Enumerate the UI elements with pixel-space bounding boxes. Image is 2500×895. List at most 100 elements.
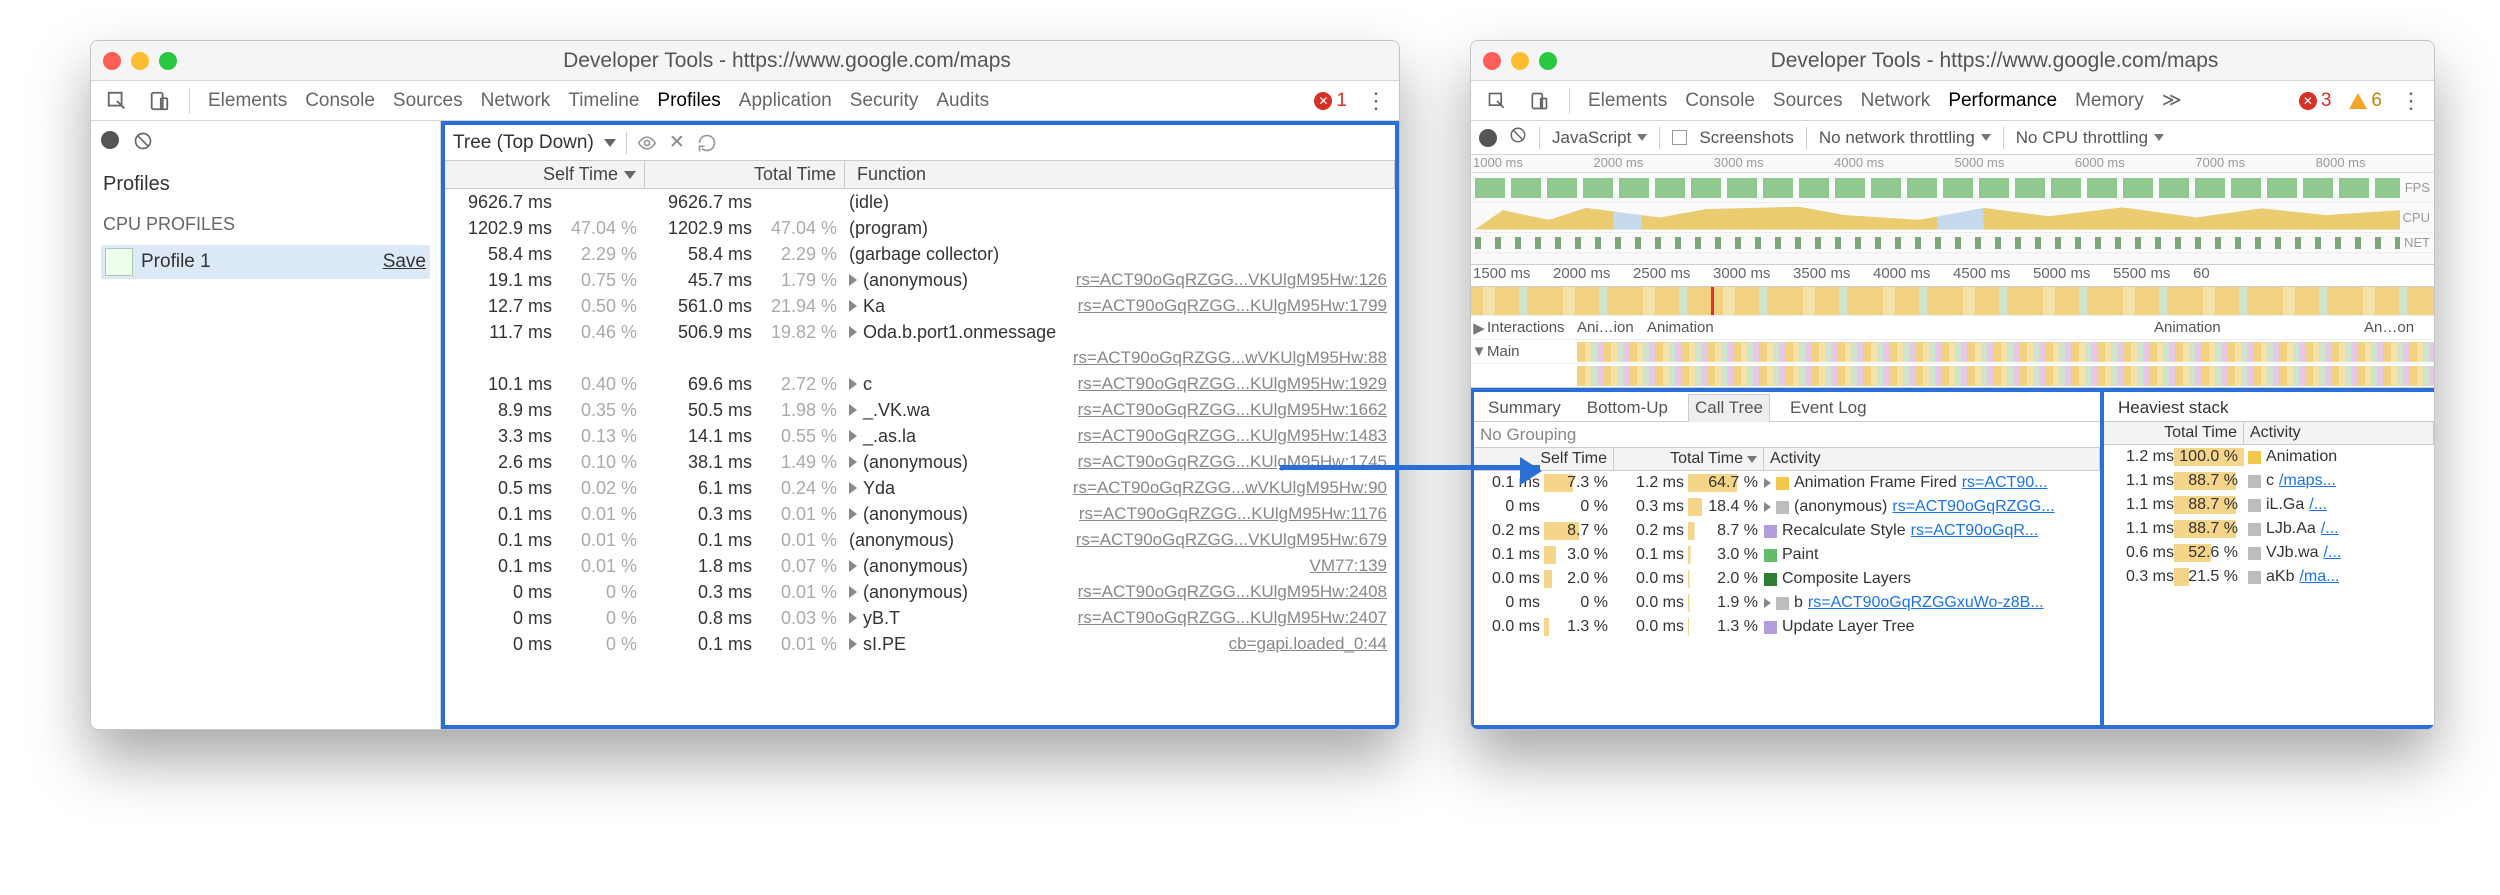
- titlebar[interactable]: Developer Tools - https://www.google.com…: [91, 41, 1399, 81]
- table-row[interactable]: 11.7 ms0.46 %506.9 ms19.82 %Oda.b.port1.…: [445, 319, 1395, 345]
- table-row[interactable]: 1202.9 ms47.04 %1202.9 ms47.04 %(program…: [445, 215, 1395, 241]
- tab-profiles[interactable]: Profiles: [657, 90, 720, 112]
- expand-icon[interactable]: [849, 482, 857, 494]
- tab-audits[interactable]: Audits: [936, 90, 989, 112]
- expand-icon[interactable]: [849, 560, 857, 572]
- expand-icon[interactable]: [1764, 598, 1771, 608]
- tab-timeline[interactable]: Timeline: [568, 90, 639, 112]
- col-self-time[interactable]: Self Time: [445, 161, 645, 188]
- table-row[interactable]: 0 ms0 %0.0 ms1.9 %brs=ACT90oGqRZGGxuWo-z…: [1474, 591, 2100, 615]
- table-row[interactable]: 0.6 ms52.6 %VJb.wa/...: [2104, 541, 2434, 565]
- tab-memory[interactable]: Memory: [2075, 90, 2144, 112]
- minimize-icon[interactable]: [131, 52, 149, 70]
- source-link[interactable]: /...: [2321, 520, 2339, 538]
- col-activity[interactable]: Activity: [1764, 448, 2100, 470]
- source-link[interactable]: rs=ACT90oGqRZGG...VKUlgM95Hw:126: [1076, 270, 1387, 290]
- zoom-icon[interactable]: [1539, 52, 1557, 70]
- source-link[interactable]: rs=ACT90oGqRZGG...KUlgM95Hw:1745: [1078, 452, 1387, 472]
- more-tabs-icon[interactable]: ≫: [2162, 89, 2182, 112]
- refresh-icon[interactable]: [697, 133, 717, 153]
- expand-icon[interactable]: [849, 300, 857, 312]
- tab-application[interactable]: Application: [739, 90, 832, 112]
- expand-icon[interactable]: [849, 638, 857, 650]
- source-link[interactable]: rs=ACT90oGqRZGG...KUlgM95Hw:1799: [1078, 296, 1387, 316]
- track-interactions[interactable]: ▶Interactions Ani…ion Animation Animatio…: [1471, 315, 2434, 339]
- table-row[interactable]: 0.2 ms8.7 %0.2 ms8.7 %Recalculate Styler…: [1474, 519, 2100, 543]
- zoom-icon[interactable]: [159, 52, 177, 70]
- table-row[interactable]: 0.1 ms3.0 %0.1 ms3.0 %Paint: [1474, 543, 2100, 567]
- traffic-lights[interactable]: [103, 52, 177, 70]
- record-icon[interactable]: [101, 131, 119, 149]
- source-link[interactable]: rs=ACT90oGqRZGG...wVKUlgM95Hw:90: [1073, 478, 1387, 498]
- expand-icon[interactable]: [849, 586, 857, 598]
- expand-icon[interactable]: [849, 430, 857, 442]
- close-icon[interactable]: [103, 52, 121, 70]
- table-row[interactable]: 9626.7 ms9626.7 ms(idle): [445, 189, 1395, 215]
- eye-icon[interactable]: [637, 133, 657, 153]
- tab-bottom-up[interactable]: Bottom-Up: [1581, 395, 1674, 421]
- col-self-time[interactable]: Self Time: [1474, 448, 1614, 470]
- source-link[interactable]: rs=ACT90oGqR...: [1911, 522, 2039, 540]
- col-function[interactable]: Function: [845, 161, 1395, 188]
- source-link[interactable]: rs=ACT90oGqRZGG...VKUlgM95Hw:679: [1076, 530, 1387, 550]
- warn-badge[interactable]: 6: [2349, 90, 2382, 112]
- save-link[interactable]: Save: [383, 251, 426, 273]
- table-row[interactable]: 3.3 ms0.13 %14.1 ms0.55 %_.as.lars=ACT90…: [445, 423, 1395, 449]
- expand-icon[interactable]: [849, 612, 857, 624]
- network-throttle[interactable]: No network throttling: [1819, 128, 1991, 148]
- tab-security[interactable]: Security: [850, 90, 919, 112]
- source-link[interactable]: /...: [2309, 496, 2327, 514]
- more-icon[interactable]: ⋮: [1365, 88, 1385, 114]
- source-link[interactable]: rs=ACT90oGqRZGG...KUlgM95Hw:1662: [1078, 400, 1387, 420]
- table-row[interactable]: 0.3 ms21.5 %aKb/ma...: [2104, 565, 2434, 589]
- table-row[interactable]: 0.1 ms0.01 %0.1 ms0.01 %(anonymous)rs=AC…: [445, 527, 1395, 553]
- expand-icon[interactable]: [849, 326, 857, 338]
- table-row[interactable]: 1.1 ms88.7 %c/maps...: [2104, 469, 2434, 493]
- table-row[interactable]: 19.1 ms0.75 %45.7 ms1.79 %(anonymous)rs=…: [445, 267, 1395, 293]
- error-badge[interactable]: ✕1: [1314, 90, 1347, 112]
- tab-console[interactable]: Console: [1685, 90, 1755, 112]
- tab-network[interactable]: Network: [1861, 90, 1931, 112]
- table-row[interactable]: rs=ACT90oGqRZGG...wVKUlgM95Hw:88: [445, 345, 1395, 371]
- expand-icon[interactable]: [849, 404, 857, 416]
- cpu-throttle[interactable]: No CPU throttling: [2016, 128, 2164, 148]
- record-icon[interactable]: [1479, 129, 1497, 147]
- source-link[interactable]: /...: [2323, 544, 2341, 562]
- flame-overview[interactable]: [1471, 287, 2434, 315]
- table-row[interactable]: 58.4 ms2.29 %58.4 ms2.29 %(garbage colle…: [445, 241, 1395, 267]
- table-row[interactable]: 0.1 ms7.3 %1.2 ms64.7 %Animation Frame F…: [1474, 471, 2100, 495]
- tab-event-log[interactable]: Event Log: [1784, 395, 1873, 421]
- profile-item[interactable]: Profile 1 Save: [101, 245, 430, 279]
- more-icon[interactable]: ⋮: [2400, 88, 2420, 114]
- error-badge[interactable]: ✕3: [2299, 90, 2332, 112]
- source-link[interactable]: VM77:139: [1310, 556, 1388, 576]
- expand-icon[interactable]: [849, 378, 857, 390]
- table-row[interactable]: 10.1 ms0.40 %69.6 ms2.72 %crs=ACT90oGqRZ…: [445, 371, 1395, 397]
- col-total-time[interactable]: Total Time: [1614, 448, 1764, 470]
- screenshots-checkbox[interactable]: [1672, 130, 1687, 145]
- col-total-time[interactable]: Total Time: [645, 161, 845, 188]
- hs-body[interactable]: 1.2 ms100.0 %Animation1.1 ms88.7 %c/maps…: [2104, 445, 2434, 725]
- tab-performance[interactable]: Performance: [1948, 90, 2057, 112]
- traffic-lights[interactable]: [1483, 52, 1557, 70]
- tab-network[interactable]: Network: [481, 90, 551, 112]
- table-row[interactable]: 0 ms0 %0.8 ms0.03 %yB.Trs=ACT90oGqRZGG..…: [445, 605, 1395, 631]
- chevron-down-icon[interactable]: [604, 139, 616, 147]
- table-row[interactable]: 2.6 ms0.10 %38.1 ms1.49 %(anonymous)rs=A…: [445, 449, 1395, 475]
- expand-icon[interactable]: [849, 456, 857, 468]
- source-link[interactable]: cb=gapi.loaded_0:44: [1229, 634, 1387, 654]
- grouping-select[interactable]: No Grouping: [1474, 422, 2100, 448]
- track-main-sub[interactable]: [1471, 363, 2434, 387]
- titlebar[interactable]: Developer Tools - https://www.google.com…: [1471, 41, 2434, 81]
- clear-icon[interactable]: [133, 131, 153, 157]
- table-row[interactable]: 8.9 ms0.35 %50.5 ms1.98 %_.VK.wars=ACT90…: [445, 397, 1395, 423]
- close-x-icon[interactable]: ✕: [667, 133, 687, 153]
- overview-strip[interactable]: 1000 ms2000 ms3000 ms4000 ms5000 ms6000 …: [1471, 155, 2434, 265]
- source-link[interactable]: rs=ACT90oGqRZGG...KUlgM95Hw:2408: [1078, 582, 1387, 602]
- minimize-icon[interactable]: [1511, 52, 1529, 70]
- table-row[interactable]: 1.2 ms100.0 %Animation: [2104, 445, 2434, 469]
- table-row[interactable]: 0.0 ms2.0 %0.0 ms2.0 %Composite Layers: [1474, 567, 2100, 591]
- source-link[interactable]: rs=ACT90oGqRZGG...KUlgM95Hw:1483: [1078, 426, 1387, 446]
- table-row[interactable]: 1.1 ms88.7 %iL.Ga/...: [2104, 493, 2434, 517]
- source-link[interactable]: /maps...: [2279, 472, 2336, 490]
